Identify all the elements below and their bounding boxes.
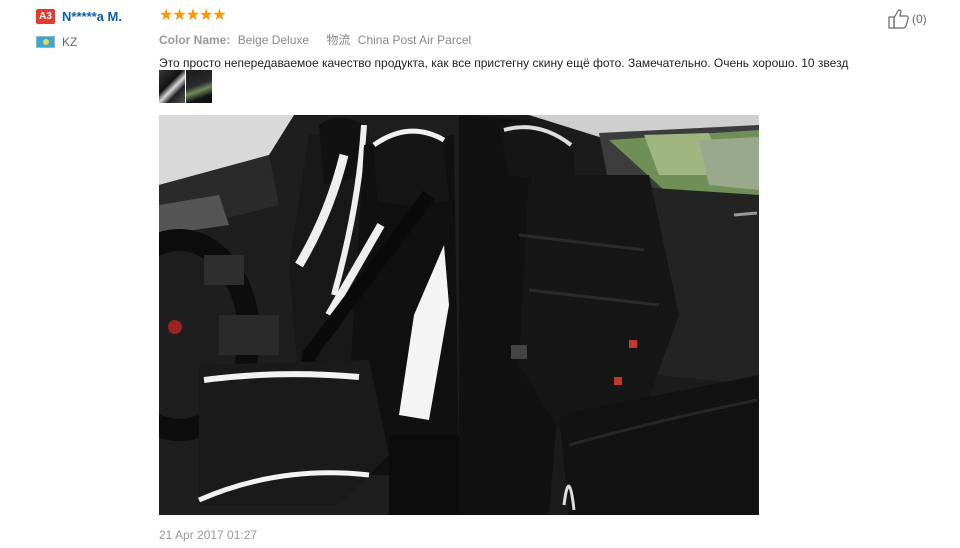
- user-row: A3 N*****a M.: [36, 9, 122, 24]
- front-seats-image: [159, 115, 459, 515]
- review-photo-front-seats[interactable]: [159, 115, 459, 515]
- star-icon: ★: [212, 7, 226, 24]
- review-photo-rear-seats[interactable]: [459, 115, 759, 515]
- shipping-value: China Post Air Parcel: [357, 33, 472, 47]
- rear-seats-image: [459, 115, 759, 515]
- level-badge: A3: [36, 9, 55, 24]
- photo-thumbnail[interactable]: [159, 70, 185, 103]
- star-icon: ★: [199, 7, 213, 24]
- country-code: KZ: [62, 35, 78, 49]
- color-value: Beige Deluxe: [237, 33, 310, 47]
- thumbs-up-icon: [888, 9, 909, 29]
- color-label: Color Name:: [159, 33, 231, 47]
- helpful-button[interactable]: (0): [888, 9, 927, 29]
- review-date: 21 Apr 2017 01:27: [159, 528, 258, 542]
- kz-flag-icon: [36, 36, 55, 48]
- star-icon: ★: [159, 7, 173, 24]
- feedback-text: Это просто непередаваемое качество проду…: [159, 56, 849, 70]
- star-rating: ★ ★ ★ ★ ★: [159, 7, 227, 25]
- star-icon: ★: [185, 7, 200, 24]
- helpful-count: (0): [912, 12, 927, 26]
- photo-thumbnail[interactable]: [186, 70, 212, 103]
- country-row: KZ: [36, 35, 77, 49]
- user-name[interactable]: N*****a M.: [62, 9, 122, 24]
- review-item: A3 N*****a M. KZ ★ ★ ★ ★ ★ Color Name: B…: [0, 0, 960, 548]
- star-icon: ★: [172, 7, 186, 24]
- shipping-label: 物流: [326, 33, 351, 47]
- order-meta: Color Name: Beige Deluxe 物流 China Post A…: [159, 31, 485, 48]
- photo-thumbnails: [159, 70, 213, 103]
